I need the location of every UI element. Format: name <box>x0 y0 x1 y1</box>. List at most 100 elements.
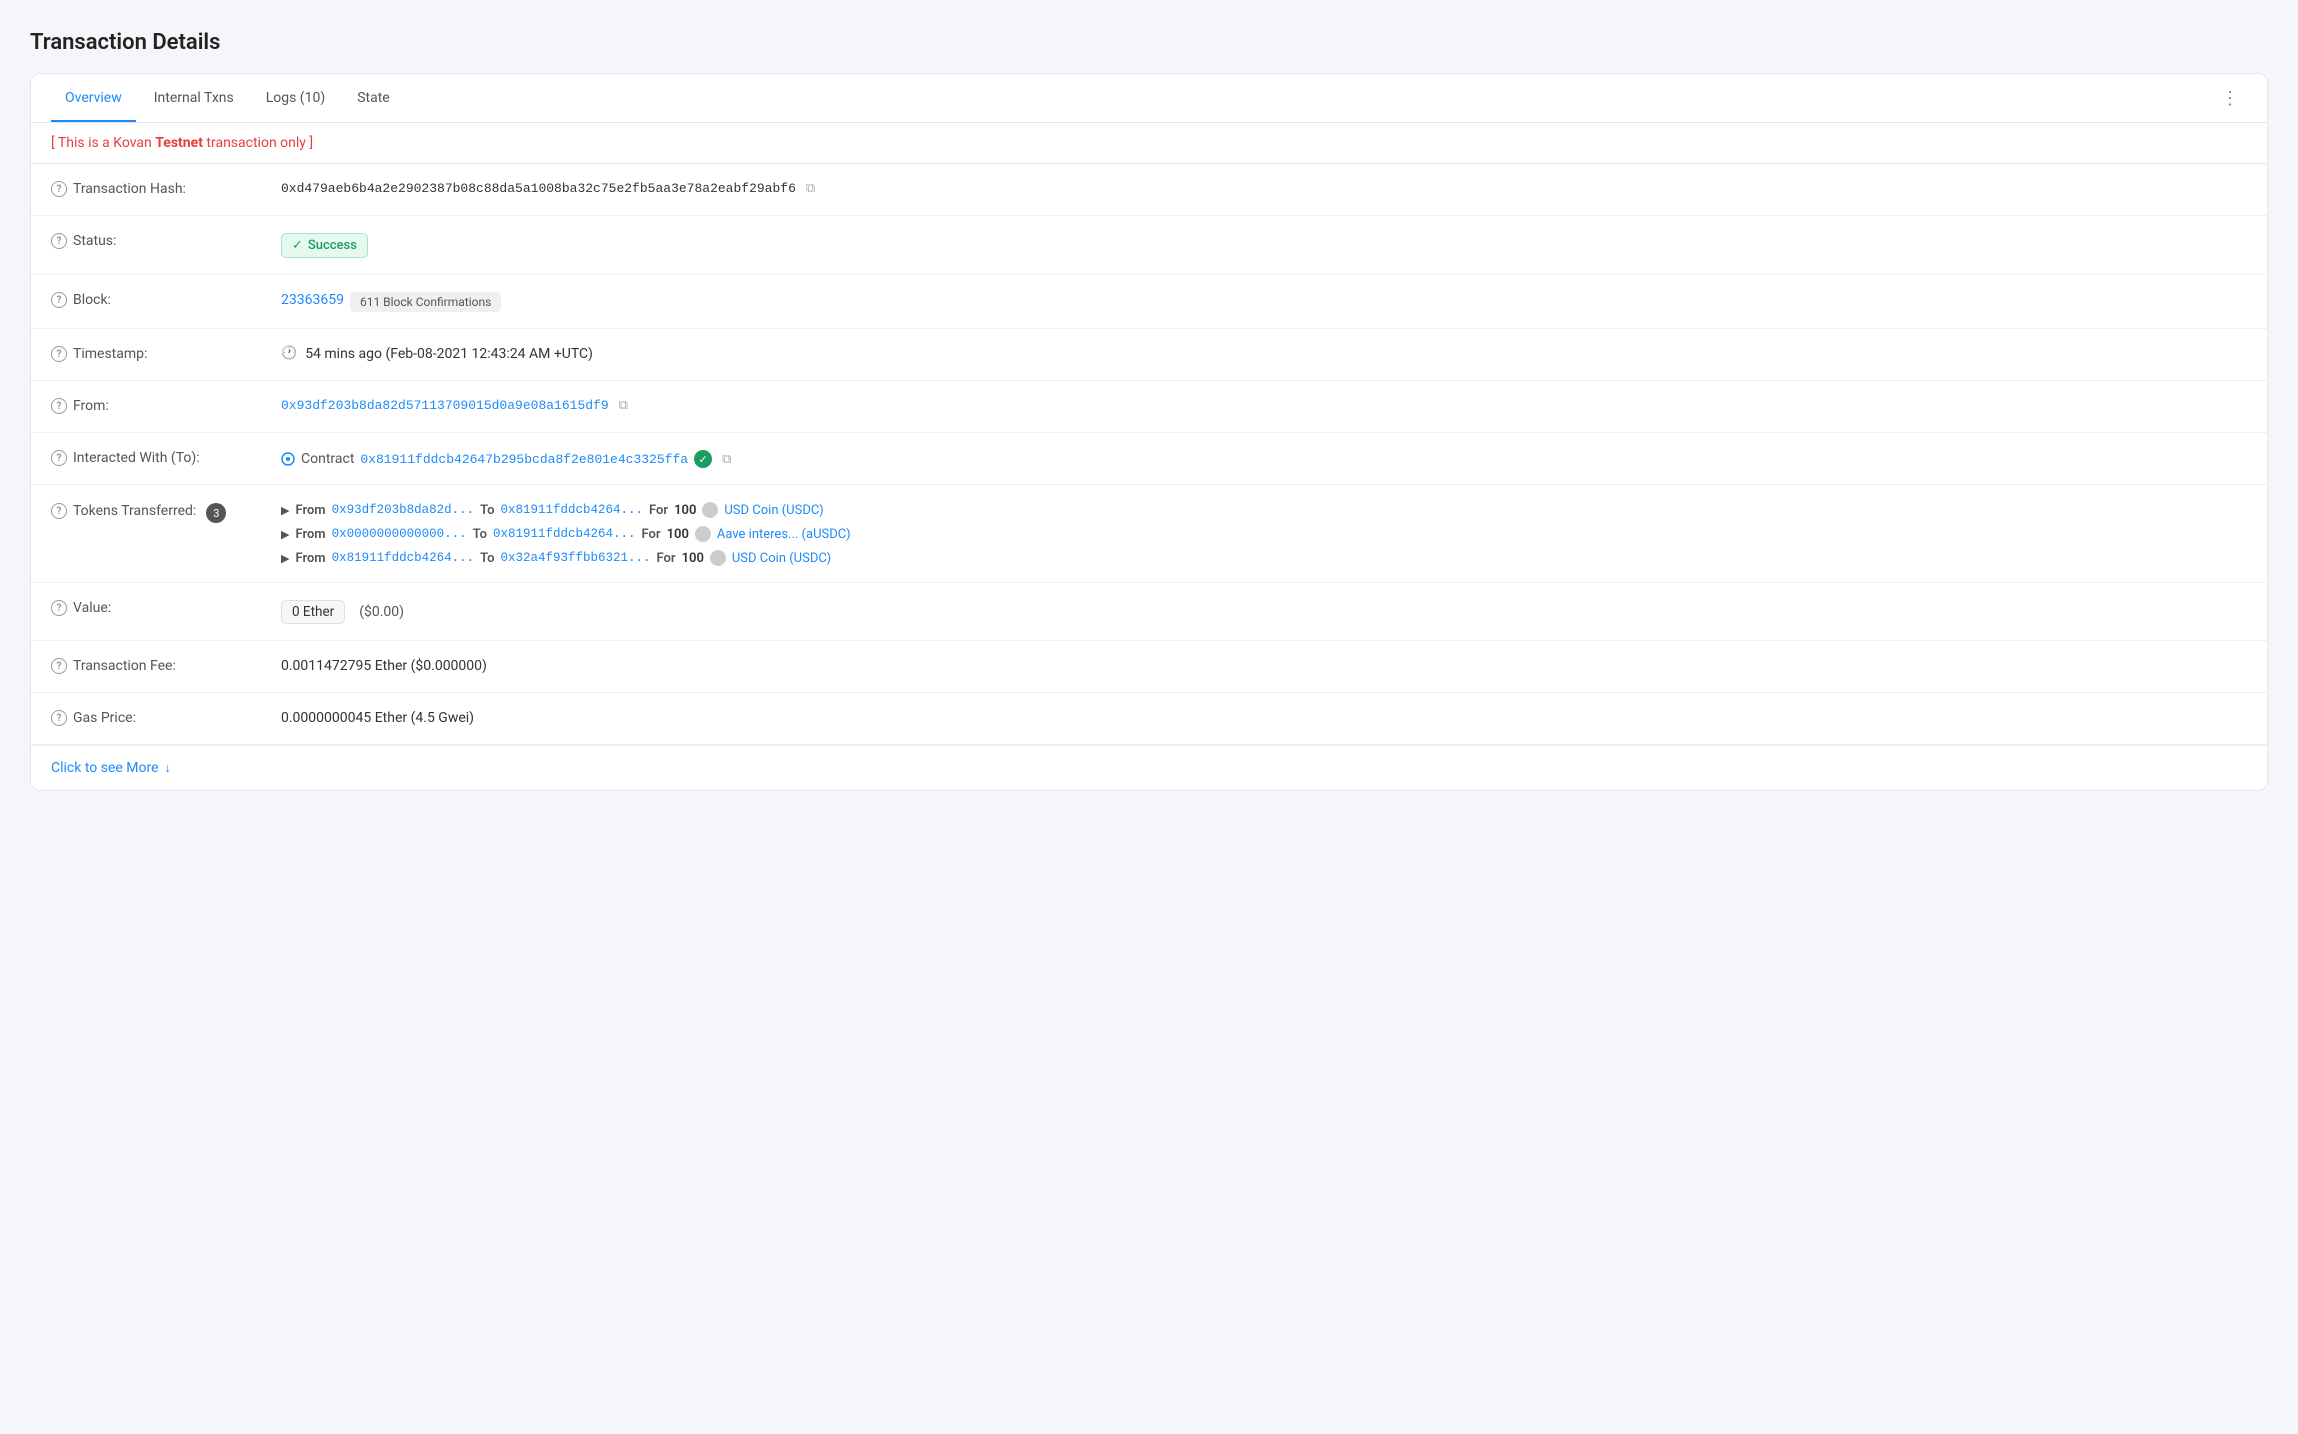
tokens-value: ▶ From 0x93df203b8da82d... To 0x81911fdd… <box>281 501 2247 566</box>
from-help-icon[interactable]: ? <box>51 398 67 414</box>
token-name-1[interactable]: USD Coin (USDC) <box>724 503 823 518</box>
timestamp-value: 🕐 54 mins ago (Feb-08-2021 12:43:24 AM +… <box>281 345 2247 362</box>
token-to-addr-1[interactable]: 0x81911fddcb4264... <box>501 503 644 517</box>
token-from-addr-1[interactable]: 0x93df203b8da82d... <box>332 503 475 517</box>
token-from-addr-3[interactable]: 0x81911fddcb4264... <box>332 551 475 565</box>
token-circle-1 <box>702 502 718 518</box>
token-row-3: ▶ From 0x81911fddcb4264... To 0x32a4f93f… <box>281 550 851 566</box>
status-badge: ✓ Success <box>281 233 368 258</box>
from-address-link[interactable]: 0x93df203b8da82d57113709015d0a9e08a1615d… <box>281 398 609 413</box>
gas-value: 0.0000000045 Ether (4.5 Gwei) <box>281 709 2247 726</box>
token-to-addr-3[interactable]: 0x32a4f93ffbb6321... <box>501 551 651 565</box>
row-gas: ? Gas Price: 0.0000000045 Ether (4.5 Gwe… <box>31 693 2267 745</box>
from-label: ? From: <box>51 397 281 414</box>
contract-icon <box>281 452 295 466</box>
status-help-icon[interactable]: ? <box>51 233 67 249</box>
block-confirmations-badge: 611 Block Confirmations <box>350 292 501 312</box>
token-to-addr-2[interactable]: 0x81911fddcb4264... <box>493 527 636 541</box>
token-name-3[interactable]: USD Coin (USDC) <box>732 551 831 566</box>
testnet-banner: [ This is a Kovan Testnet transaction on… <box>31 123 2267 164</box>
gas-label: ? Gas Price: <box>51 709 281 726</box>
fee-text: 0.0011472795 Ether ($0.000000) <box>281 658 487 674</box>
block-help-icon[interactable]: ? <box>51 292 67 308</box>
transaction-card: Overview Internal Txns Logs (10) State ⋮… <box>30 73 2268 791</box>
fee-value: 0.0011472795 Ether ($0.000000) <box>281 657 2247 674</box>
tx-hash-label: ? Transaction Hash: <box>51 180 281 197</box>
tab-internal-txns[interactable]: Internal Txns <box>140 74 248 122</box>
value-eth-badge: 0 Ether <box>281 600 345 624</box>
timestamp-text: 54 mins ago (Feb-08-2021 12:43:24 AM +UT… <box>305 346 593 362</box>
token-arrow-1: ▶ <box>281 504 289 517</box>
token-circle-2 <box>695 526 711 542</box>
tab-logs[interactable]: Logs (10) <box>252 74 340 122</box>
token-from-addr-2[interactable]: 0x0000000000000... <box>332 527 467 541</box>
interacted-label: ? Interacted With (To): <box>51 449 281 466</box>
tokens-help-icon[interactable]: ? <box>51 503 67 519</box>
tx-hash-help-icon[interactable]: ? <box>51 181 67 197</box>
interacted-help-icon[interactable]: ? <box>51 450 67 466</box>
status-value: ✓ Success <box>281 232 2247 258</box>
token-name-2[interactable]: Aave interes... (aUSDC) <box>717 527 851 542</box>
tokens-label: ? Tokens Transferred: 3 <box>51 501 281 523</box>
gas-help-icon[interactable]: ? <box>51 710 67 726</box>
token-to-label-1: To <box>480 503 494 518</box>
from-value: 0x93df203b8da82d57113709015d0a9e08a1615d… <box>281 397 2247 413</box>
tabs-bar: Overview Internal Txns Logs (10) State ⋮ <box>31 74 2267 123</box>
token-row-2: ▶ From 0x0000000000000... To 0x81911fddc… <box>281 526 851 542</box>
block-number-link[interactable]: 23363659 <box>281 292 344 308</box>
gas-text: 0.0000000045 Ether (4.5 Gwei) <box>281 710 474 726</box>
row-tx-hash: ? Transaction Hash: 0xd479aeb6b4a2e29023… <box>31 164 2267 216</box>
token-arrow-3: ▶ <box>281 552 289 565</box>
block-value: 23363659 611 Block Confirmations <box>281 291 2247 312</box>
timestamp-label: ? Timestamp: <box>51 345 281 362</box>
token-amount-3: 100 <box>682 551 704 566</box>
row-value: ? Value: 0 Ether ($0.00) <box>31 583 2267 641</box>
row-status: ? Status: ✓ Success <box>31 216 2267 275</box>
tokens-count-badge: 3 <box>206 503 226 523</box>
value-label: ? Value: <box>51 599 281 616</box>
value-help-icon[interactable]: ? <box>51 600 67 616</box>
token-for-label-3: For <box>657 551 676 566</box>
row-interacted: ? Interacted With (To): Contract 0x81911… <box>31 433 2267 485</box>
tabs-menu-button[interactable]: ⋮ <box>2213 80 2247 117</box>
row-timestamp: ? Timestamp: 🕐 54 mins ago (Feb-08-2021 … <box>31 329 2267 381</box>
block-label: ? Block: <box>51 291 281 308</box>
token-amount-1: 100 <box>674 503 696 518</box>
tokens-list: ▶ From 0x93df203b8da82d... To 0x81911fdd… <box>281 502 851 566</box>
row-tokens: ? Tokens Transferred: 3 ▶ From 0x93df203… <box>31 485 2267 583</box>
more-arrow-icon: ↓ <box>165 760 172 776</box>
tx-hash-copy-icon[interactable]: ⧉ <box>806 181 815 196</box>
page-title: Transaction Details <box>30 30 2268 55</box>
fee-help-icon[interactable]: ? <box>51 658 67 674</box>
token-to-label-2: To <box>473 527 487 542</box>
token-circle-3 <box>710 550 726 566</box>
token-from-label-1: From <box>295 503 325 518</box>
token-to-label-3: To <box>480 551 494 566</box>
token-for-label-2: For <box>642 527 661 542</box>
contract-address-link[interactable]: 0x81911fddcb42647b295bcda8f2e801e4c3325f… <box>360 452 688 467</box>
fee-label: ? Transaction Fee: <box>51 657 281 674</box>
clock-icon: 🕐 <box>281 346 297 361</box>
tab-overview[interactable]: Overview <box>51 74 136 122</box>
from-copy-icon[interactable]: ⧉ <box>619 398 628 413</box>
token-from-label-2: From <box>295 527 325 542</box>
tx-hash-text: 0xd479aeb6b4a2e2902387b08c88da5a1008ba32… <box>281 181 796 196</box>
row-fee: ? Transaction Fee: 0.0011472795 Ether ($… <box>31 641 2267 693</box>
token-from-label-3: From <box>295 551 325 566</box>
token-row-1: ▶ From 0x93df203b8da82d... To 0x81911fdd… <box>281 502 851 518</box>
timestamp-help-icon[interactable]: ? <box>51 346 67 362</box>
token-for-label-1: For <box>649 503 668 518</box>
contract-copy-icon[interactable]: ⧉ <box>722 452 731 467</box>
token-amount-2: 100 <box>667 527 689 542</box>
tab-state[interactable]: State <box>343 74 404 122</box>
row-block: ? Block: 23363659 611 Block Confirmation… <box>31 275 2267 329</box>
value-usd-text: ($0.00) <box>359 604 404 620</box>
click-more-label: Click to see More <box>51 760 159 776</box>
contract-label-text: Contract <box>301 451 354 467</box>
status-label: ? Status: <box>51 232 281 249</box>
value-display: 0 Ether ($0.00) <box>281 599 2247 624</box>
tx-hash-value: 0xd479aeb6b4a2e2902387b08c88da5a1008ba32… <box>281 180 2247 196</box>
click-more-button[interactable]: Click to see More ↓ <box>31 745 2267 790</box>
interacted-value: Contract 0x81911fddcb42647b295bcda8f2e80… <box>281 449 2247 468</box>
row-from: ? From: 0x93df203b8da82d57113709015d0a9e… <box>31 381 2267 433</box>
